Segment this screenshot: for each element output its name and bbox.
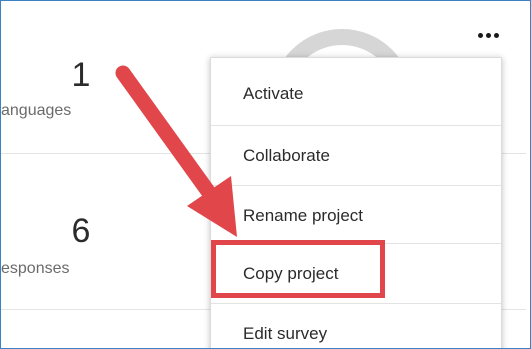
- project-card: 1 anguages 6 esponses Activate Collabora…: [0, 0, 531, 349]
- menu-item-label: Rename project: [243, 205, 364, 225]
- menu-item-label: Collaborate: [243, 145, 330, 165]
- menu-item-label: Activate: [243, 84, 304, 103]
- menu-item-label: Edit survey: [243, 323, 328, 343]
- menu-item-copy-project[interactable]: Copy project: [211, 243, 501, 303]
- menu-item-activate[interactable]: Activate: [211, 64, 501, 124]
- menu-item-collaborate[interactable]: Collaborate: [211, 125, 501, 185]
- more-horizontal-icon: [493, 32, 499, 38]
- stat-responses-label: esponses: [1, 260, 70, 277]
- project-actions-menu: Activate Collaborate Rename project Copy…: [210, 57, 502, 348]
- stat-divider: [1, 309, 211, 310]
- more-actions-button[interactable]: [473, 25, 503, 45]
- stat-responses: 6 esponses: [1, 211, 191, 277]
- menu-item-rename-project[interactable]: Rename project: [211, 185, 501, 245]
- stat-responses-value: 6: [71, 212, 91, 250]
- stat-languages-value: 1: [71, 56, 91, 94]
- stat-languages-label: anguages: [1, 102, 72, 119]
- menu-item-label: Copy project: [243, 263, 339, 283]
- more-horizontal-icon: [485, 32, 491, 38]
- stat-divider: [1, 153, 211, 154]
- menu-item-edit-survey[interactable]: Edit survey: [211, 303, 501, 348]
- stat-languages: 1 anguages: [1, 55, 191, 119]
- more-horizontal-icon: [477, 32, 483, 38]
